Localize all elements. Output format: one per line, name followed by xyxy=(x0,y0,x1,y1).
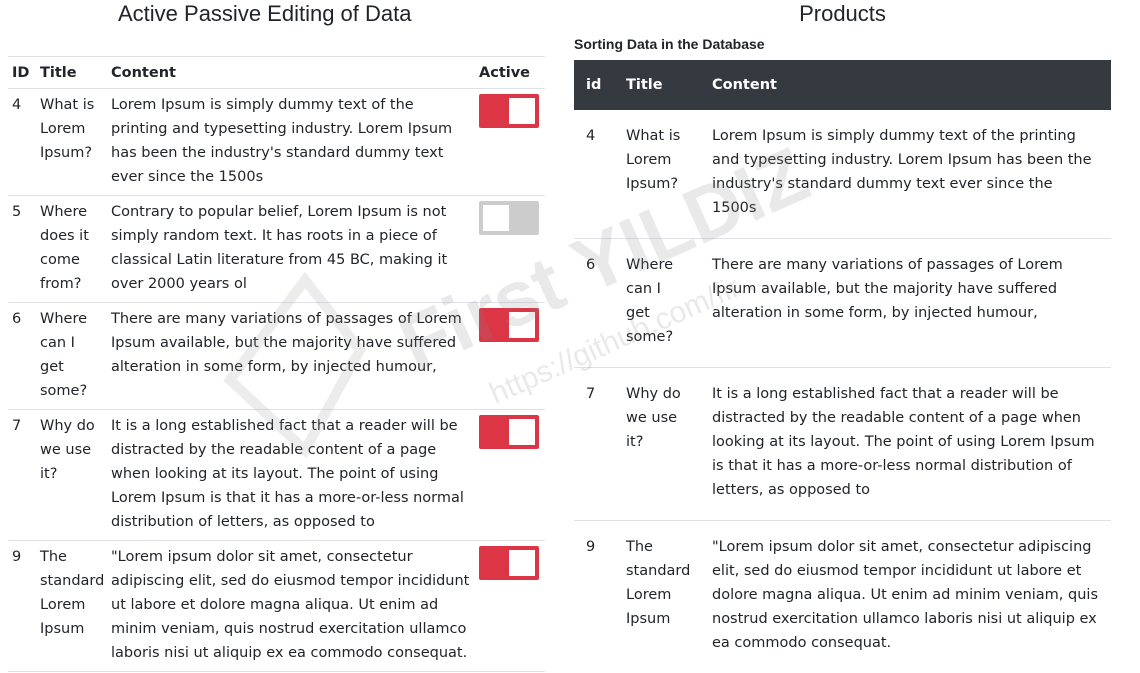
column-header-title[interactable]: Title xyxy=(614,60,700,110)
active-toggle[interactable] xyxy=(479,308,539,342)
cell-active xyxy=(475,89,545,196)
cell-title: What is Lorem Ipsum? xyxy=(614,110,700,239)
column-header-active: Active xyxy=(475,57,545,89)
cell-id: 9 xyxy=(8,541,36,672)
table-row: 4 What is Lorem Ipsum? Lorem Ipsum is si… xyxy=(8,89,545,196)
cell-title: Where can I get some? xyxy=(614,239,700,368)
column-header-title: Title xyxy=(36,57,107,89)
table-row: 6 Where can I get some? There are many v… xyxy=(8,303,545,410)
cell-title: Where does it come from? xyxy=(36,196,107,303)
cell-content: Contrary to popular belief, Lorem Ipsum … xyxy=(107,196,475,303)
cell-content: "Lorem ipsum dolor sit amet, consectetur… xyxy=(107,541,475,672)
cell-id: 9 xyxy=(574,521,614,673)
table-row: 9 The standard Lorem Ipsum "Lorem ipsum … xyxy=(574,521,1111,673)
cell-content: There are many variations of passages of… xyxy=(107,303,475,410)
cell-id: 6 xyxy=(8,303,36,410)
table-row: 6 Where can I get some? There are many v… xyxy=(574,239,1111,368)
active-toggle[interactable] xyxy=(479,201,539,235)
toggle-knob xyxy=(509,550,535,576)
column-header-id: ID xyxy=(8,57,36,89)
editing-table: ID Title Content Active 4 What is Lorem … xyxy=(8,56,545,672)
editing-table-header-row: ID Title Content Active xyxy=(8,57,545,89)
cell-content: There are many variations of passages of… xyxy=(700,239,1111,368)
products-table: id Title Content 4 What is Lorem Ipsum? … xyxy=(574,60,1111,673)
toggle-knob xyxy=(509,312,535,338)
table-row: 4 What is Lorem Ipsum? Lorem Ipsum is si… xyxy=(574,110,1111,239)
cell-id: 4 xyxy=(8,89,36,196)
cell-id: 4 xyxy=(574,110,614,239)
left-panel: Active Passive Editing of Data ID Title … xyxy=(8,0,545,672)
column-header-content[interactable]: Content xyxy=(700,60,1111,110)
right-panel: Products Sorting Data in the Database id… xyxy=(574,0,1111,673)
right-panel-title: Products xyxy=(574,0,1111,28)
toggle-knob xyxy=(483,205,509,231)
cell-id: 5 xyxy=(8,196,36,303)
column-header-content: Content xyxy=(107,57,475,89)
cell-title: Why do we use it? xyxy=(614,368,700,521)
products-table-header-row: id Title Content xyxy=(574,60,1111,110)
cell-id: 6 xyxy=(574,239,614,368)
active-toggle[interactable] xyxy=(479,415,539,449)
cell-title: Why do we use it? xyxy=(36,410,107,541)
cell-active xyxy=(475,303,545,410)
table-row: 9 The standard Lorem Ipsum "Lorem ipsum … xyxy=(8,541,545,672)
table-row: 5 Where does it come from? Contrary to p… xyxy=(8,196,545,303)
cell-title: The standard Lorem Ipsum xyxy=(614,521,700,673)
left-panel-title: Active Passive Editing of Data xyxy=(8,0,545,28)
active-toggle[interactable] xyxy=(479,94,539,128)
cell-content: It is a long established fact that a rea… xyxy=(107,410,475,541)
cell-content: It is a long established fact that a rea… xyxy=(700,368,1111,521)
cell-title: The standard Lorem Ipsum xyxy=(36,541,107,672)
cell-id: 7 xyxy=(574,368,614,521)
toggle-knob xyxy=(509,419,535,445)
cell-content: "Lorem ipsum dolor sit amet, consectetur… xyxy=(700,521,1111,673)
active-toggle[interactable] xyxy=(479,546,539,580)
cell-active xyxy=(475,541,545,672)
table-row: 7 Why do we use it? It is a long establi… xyxy=(8,410,545,541)
cell-id: 7 xyxy=(8,410,36,541)
cell-active xyxy=(475,196,545,303)
cell-title: Where can I get some? xyxy=(36,303,107,410)
cell-content: Lorem Ipsum is simply dummy text of the … xyxy=(700,110,1111,239)
right-panel-subtitle: Sorting Data in the Database xyxy=(574,34,1111,54)
cell-active xyxy=(475,410,545,541)
table-row: 7 Why do we use it? It is a long establi… xyxy=(574,368,1111,521)
toggle-knob xyxy=(509,98,535,124)
column-header-id[interactable]: id xyxy=(574,60,614,110)
cell-title: What is Lorem Ipsum? xyxy=(36,89,107,196)
cell-content: Lorem Ipsum is simply dummy text of the … xyxy=(107,89,475,196)
